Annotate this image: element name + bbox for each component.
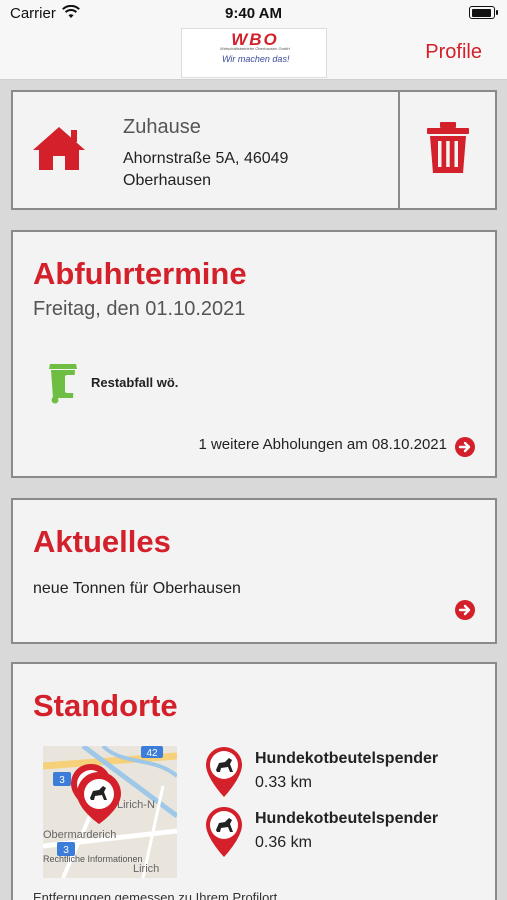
location-name[interactable]: Hundekotbeutelspender bbox=[255, 750, 438, 768]
map-label: Lirich-N bbox=[117, 799, 155, 811]
more-pickups-link[interactable]: 1 weitere Abholungen am 08.10.2021 bbox=[198, 436, 447, 453]
map-label: Lirich bbox=[133, 863, 159, 875]
location-distance: 0.33 km bbox=[255, 774, 312, 791]
arrow-right-icon[interactable] bbox=[455, 600, 475, 620]
address-card[interactable]: Zuhause Ahornstraße 5A, 46049 Oberhausen bbox=[11, 90, 497, 210]
address-street: Ahornstraße 5A, 46049 bbox=[123, 150, 289, 167]
status-time: 9:40 AM bbox=[225, 5, 282, 22]
address-name: Zuhause bbox=[123, 116, 201, 138]
road-badge: 3 bbox=[59, 775, 65, 786]
locations-card[interactable]: Standorte 42 3 3 Lirich-N Obermarderich … bbox=[11, 662, 497, 900]
location-name[interactable]: Hundekotbeutelspender bbox=[255, 810, 438, 828]
waste-bin-icon bbox=[47, 360, 79, 409]
status-bar: Carrier 9:40 AM bbox=[0, 0, 507, 28]
arrow-right-icon[interactable] bbox=[455, 437, 475, 457]
dog-waste-pin-icon bbox=[205, 806, 243, 863]
dog-waste-pin-icon bbox=[205, 746, 243, 803]
trash-icon bbox=[425, 121, 471, 180]
location-distance: 0.36 km bbox=[255, 834, 312, 851]
address-city: Oberhausen bbox=[123, 172, 212, 189]
distance-footnote: Entfernungen gemessen zu Ihrem Profilort bbox=[33, 890, 278, 900]
road-badge: 42 bbox=[146, 748, 158, 759]
pickup-item-label: Restabfall wö. bbox=[91, 375, 179, 390]
profile-button[interactable]: Profile bbox=[425, 41, 482, 64]
home-icon bbox=[31, 124, 87, 177]
pickup-card[interactable]: Abfuhrtermine Freitag, den 01.10.2021 Re… bbox=[11, 230, 497, 478]
locations-title: Standorte bbox=[33, 688, 178, 723]
logo-subtitle: Wirtschaftsbetriebe Oberhausen GmbH bbox=[219, 46, 291, 51]
pickup-title: Abfuhrtermine bbox=[33, 256, 247, 291]
map-label: Obermarderich bbox=[43, 829, 116, 841]
delete-address-button[interactable] bbox=[400, 92, 495, 208]
logo-slogan: Wir machen das! bbox=[222, 54, 290, 64]
news-card[interactable]: Aktuelles neue Tonnen für Oberhausen bbox=[11, 498, 497, 644]
nav-bar: WBO Wirtschaftsbetriebe Oberhausen GmbH … bbox=[0, 28, 507, 80]
map-thumbnail[interactable]: 42 3 3 Lirich-N Obermarderich Lirich Rec… bbox=[43, 746, 177, 878]
battery-icon bbox=[469, 6, 498, 19]
map-legal-link: Rechtliche Informationen bbox=[43, 854, 143, 864]
news-item[interactable]: neue Tonnen für Oberhausen bbox=[33, 580, 241, 598]
pickup-date: Freitag, den 01.10.2021 bbox=[33, 298, 246, 320]
wbo-logo: WBO Wirtschaftsbetriebe Oberhausen GmbH … bbox=[181, 28, 327, 78]
news-title: Aktuelles bbox=[33, 524, 171, 559]
